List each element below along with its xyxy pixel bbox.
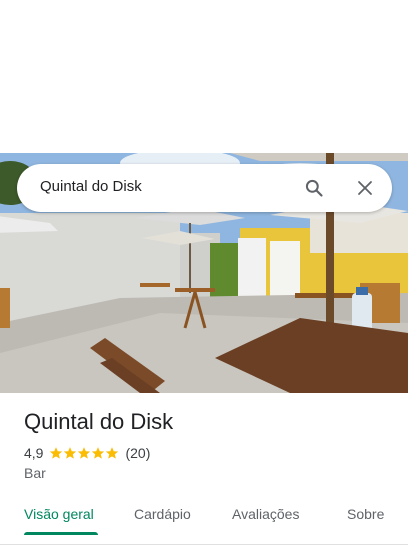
rating-row[interactable]: 4,9 (20) <box>24 444 150 462</box>
star-icon <box>64 447 77 459</box>
tab-reviews[interactable]: Avaliações <box>232 506 299 522</box>
star-icon <box>78 447 91 459</box>
star-icon <box>92 447 105 459</box>
close-icon[interactable] <box>353 176 377 200</box>
place-category[interactable]: Bar <box>24 465 46 481</box>
active-tab-indicator <box>24 532 98 535</box>
place-title: Quintal do Disk <box>24 409 174 434</box>
tab-overview[interactable]: Visão geral <box>24 506 94 522</box>
search-icon[interactable] <box>302 176 326 200</box>
tab-menu[interactable]: Cardápio <box>134 506 191 522</box>
star-icon <box>106 447 119 459</box>
review-count[interactable]: (20) <box>125 445 150 461</box>
search-bar[interactable]: Quintal do Disk <box>17 164 392 212</box>
tab-about[interactable]: Sobre <box>347 506 384 522</box>
rating-value: 4,9 <box>24 445 44 461</box>
star-icon <box>50 447 63 459</box>
tab-bar: Visão geral Cardápio Avaliações Sobre <box>0 496 408 545</box>
search-input[interactable]: Quintal do Disk <box>40 178 142 195</box>
star-rating <box>49 446 119 460</box>
